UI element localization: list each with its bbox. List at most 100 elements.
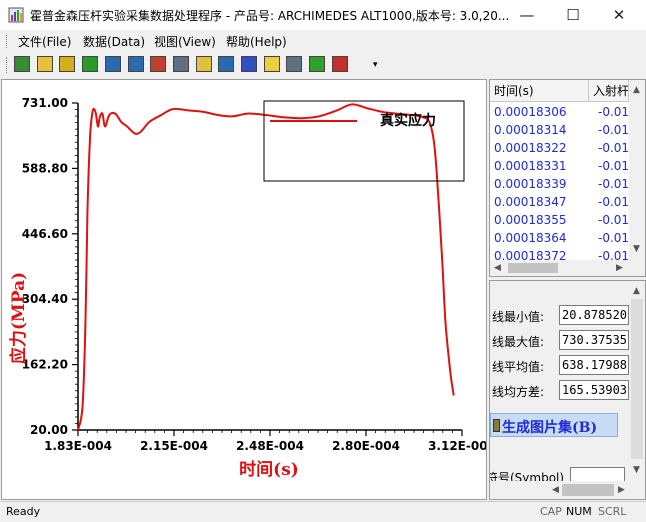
scroll-left-icon[interactable]: ◀	[494, 263, 501, 273]
x-tick-label: 3.12E-004	[428, 439, 486, 453]
stats-vscroll-track[interactable]	[631, 299, 643, 459]
x-axis-label: 时间(s)	[239, 459, 299, 480]
maximize-button[interactable]: ☐	[550, 0, 596, 30]
status-text: Ready	[6, 505, 41, 518]
table-row[interactable]: 0.00018322 -0.01	[490, 140, 629, 158]
y-tick-label: 446.60	[22, 227, 68, 241]
calculator-icon[interactable]	[241, 56, 257, 72]
time-cell: 0.00018339	[494, 177, 567, 191]
scroll-right-icon[interactable]: ▶	[616, 263, 623, 273]
statistics-panel: 线最小值: 20.878520 线最大值: 730.37535 线平均值: 63…	[489, 280, 646, 500]
time-cell: 0.00018322	[494, 141, 567, 155]
status-bar: Ready CAP NUM SCRL	[0, 501, 646, 522]
column-header-time[interactable]: 时间(s)	[490, 80, 589, 102]
open-icon[interactable]	[14, 56, 30, 72]
menu-help[interactable]: 帮助(Help)	[226, 33, 287, 50]
data-table: 时间(s) 入射杆 0.00018306 -0.01 0.00018314 -0.01…	[489, 79, 646, 277]
table-horizontal-scrollbar[interactable]: ◀ ▶	[490, 260, 645, 276]
menu-view[interactable]: 视图(View)	[154, 33, 216, 50]
table-vertical-scrollbar[interactable]: ▲ ▼	[629, 80, 645, 260]
app-icon	[8, 7, 24, 23]
x-tick-label: 2.15E-004	[140, 439, 208, 453]
min-value-field[interactable]: 20.878520	[559, 305, 629, 325]
stats-scroll-left-icon[interactable]: ◀	[552, 485, 559, 495]
true-stress-series-line	[77, 103, 455, 431]
table-row[interactable]: 0.00018355 -0.01	[490, 212, 629, 230]
table-row[interactable]: 0.00018347 -0.01	[490, 194, 629, 212]
chart-tool-icon[interactable]	[104, 56, 121, 72]
toolbar: ▾	[0, 52, 646, 78]
num-lock-indicator: NUM	[566, 505, 592, 518]
column-header-incident-bar[interactable]: 入射杆	[589, 80, 629, 102]
time-cell: 0.00018306	[494, 105, 567, 119]
std-dev-field[interactable]: 165.53903	[559, 380, 629, 400]
y-axis-label: 应力(MPa)	[8, 272, 29, 364]
close-button[interactable]: ✕	[596, 0, 642, 30]
incident-bar-cell: -0.01	[598, 123, 630, 137]
folder-icon[interactable]	[36, 56, 53, 72]
x-tick-label: 2.48E-004	[236, 439, 304, 453]
refresh-icon[interactable]	[218, 56, 235, 72]
x-tick-label: 2.80E-004	[332, 439, 400, 453]
menu-file[interactable]: 文件(File)	[18, 33, 71, 50]
y-tick-label: 731.00	[22, 96, 68, 110]
menu-bar: 文件(File) 数据(Data) 视图(View) 帮助(Help)	[0, 30, 646, 52]
table-hscroll-thumb[interactable]	[508, 263, 558, 273]
menu-grip[interactable]	[6, 35, 9, 48]
incident-bar-cell: -0.01	[598, 231, 630, 245]
time-cell: 0.00018314	[494, 123, 567, 137]
minimize-button[interactable]: —	[504, 0, 550, 30]
bar-chart-icon[interactable]	[127, 56, 144, 72]
stress-time-chart: 731.00588.80446.60304.40162.2020.001.83E…	[8, 96, 486, 480]
incident-bar-cell: -0.01	[598, 105, 630, 119]
time-cell: 0.00018347	[494, 195, 567, 209]
grid-icon[interactable]	[172, 56, 189, 72]
chart-panel: 731.00 588.80 446.60 304.40 162.20 20.00 1.83E…	[1, 79, 487, 500]
y-tick-label: 588.80	[22, 161, 68, 175]
incident-bar-cell: -0.01	[598, 213, 630, 227]
scroll-lock-indicator: SCRL	[598, 505, 627, 518]
stats-horizontal-scrollbar[interactable]: ◀ ▶	[490, 481, 645, 499]
flag-icon[interactable]	[195, 56, 212, 72]
scroll-up-icon[interactable]: ▲	[633, 85, 640, 95]
time-cell: 0.00018331	[494, 159, 567, 173]
menu-data[interactable]: 数据(Data)	[83, 33, 145, 50]
window-title: 霍普金森压杆实验采集数据处理程序 - 产品号: ARCHIMEDES ALT10…	[30, 9, 510, 23]
table-row[interactable]: 0.00018306 -0.01	[490, 104, 629, 122]
max-value-field[interactable]: 730.37535	[559, 330, 629, 350]
stats-vertical-scrollbar[interactable]: ▲ ▼	[629, 281, 645, 481]
y-tick-label: 20.00	[30, 423, 68, 437]
incident-bar-cell: -0.01	[598, 195, 630, 209]
incident-bar-cell: -0.01	[598, 141, 630, 155]
notepad-icon[interactable]	[286, 56, 303, 72]
x-tick-label: 1.83E-004	[44, 439, 112, 453]
save-icon[interactable]	[59, 56, 76, 72]
time-cell: 0.00018364	[494, 231, 567, 245]
generate-image-set-button[interactable]: 生成图片集(B)	[490, 413, 618, 437]
mean-value-field[interactable]: 638.17988	[559, 355, 629, 375]
toolbar-overflow-icon[interactable]: ▾	[373, 60, 378, 70]
std-dev-label: 线均方差:	[492, 385, 545, 399]
scroll-down-icon[interactable]: ▼	[633, 244, 640, 254]
legend-label: 真实应力	[380, 112, 436, 129]
incident-bar-cell: -0.01	[598, 177, 630, 191]
stats-scroll-up-icon[interactable]: ▲	[633, 286, 640, 296]
table-row[interactable]: 0.00018314 -0.01	[490, 122, 629, 140]
toolbar-grip[interactable]	[6, 57, 9, 73]
max-value-label: 线最大值:	[492, 335, 545, 349]
table-edit-icon[interactable]	[150, 56, 167, 72]
help-icon[interactable]	[263, 56, 280, 72]
export-icon[interactable]	[331, 56, 348, 72]
table-row[interactable]: 0.00018364 -0.01	[490, 230, 629, 248]
document-icon[interactable]	[82, 56, 99, 72]
table-row[interactable]: 0.00018331 -0.01	[490, 158, 629, 176]
stats-scroll-right-icon[interactable]: ▶	[618, 485, 625, 495]
caps-lock-indicator: CAP	[540, 505, 562, 518]
mean-value-label: 线平均值:	[492, 360, 545, 374]
time-cell: 0.00018355	[494, 213, 567, 227]
stats-hscroll-thumb[interactable]	[562, 484, 614, 496]
curve-edit-icon[interactable]	[309, 56, 326, 72]
table-row[interactable]: 0.00018339 -0.01	[490, 176, 629, 194]
min-value-label: 线最小值:	[492, 310, 545, 324]
stats-scroll-down-icon[interactable]: ▼	[633, 465, 640, 475]
